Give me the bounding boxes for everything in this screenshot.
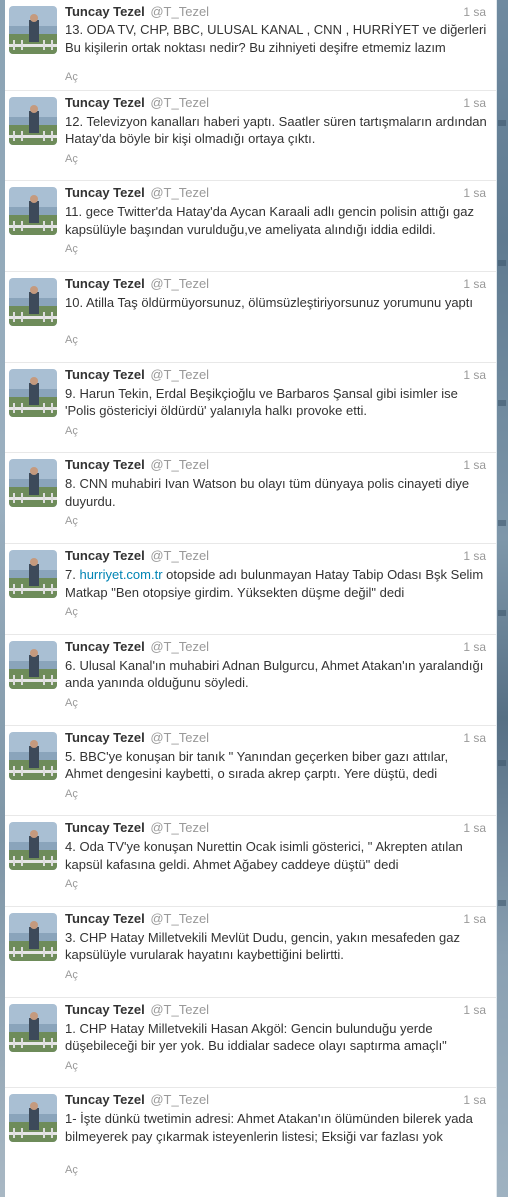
tweet-author-name[interactable]: Tuncay Tezel bbox=[65, 367, 145, 382]
tweet-item[interactable]: Tuncay Tezel @T_Tezel 1 sa 6. Ulusal Kana… bbox=[5, 634, 496, 726]
tweet-expand-link[interactable]: Aç bbox=[65, 878, 78, 890]
tweet-text: 8. CNN muhabiri Ivan Watson bu olayı tüm… bbox=[65, 476, 470, 510]
tweet-author-name[interactable]: Tuncay Tezel bbox=[65, 1092, 145, 1107]
tweet-text: 1- İşte dünkü twetimin adresi: Ahmet Ata… bbox=[65, 1111, 473, 1144]
tweet-link[interactable]: hurriyet.com.tr bbox=[79, 567, 162, 582]
page-background-right bbox=[496, 0, 508, 1197]
tweet-item[interactable]: Tuncay Tezel @T_Tezel 1 sa 12. Televizyon… bbox=[5, 90, 496, 182]
tweet-timestamp[interactable]: 1 sa bbox=[463, 185, 486, 201]
tweet-text: 1. CHP Hatay Milletvekili Hasan Akgöl: G… bbox=[65, 1020, 447, 1054]
tweet-author-name[interactable]: Tuncay Tezel bbox=[65, 820, 145, 835]
tweet-text: 3. CHP Hatay Milletvekili Mevlüt Dudu, g… bbox=[65, 929, 461, 963]
tweet-timestamp[interactable]: 1 sa bbox=[463, 548, 486, 564]
tweet-screen-name[interactable]: @T_Tezel bbox=[150, 911, 209, 926]
avatar[interactable] bbox=[9, 1094, 57, 1143]
tweet-item[interactable]: Tuncay Tezel @T_Tezel 1 sa 3. CHP Hatay M… bbox=[5, 906, 496, 998]
tweet-timestamp[interactable]: 1 sa bbox=[463, 1092, 486, 1108]
tweet-item[interactable]: Tuncay Tezel @T_Tezel 1 sa 13. ODA TV, CH… bbox=[5, 0, 496, 91]
tweet-item[interactable]: Tuncay Tezel @T_Tezel 1 sa 11. gece Twitt… bbox=[5, 181, 496, 273]
tweet-expand-link[interactable]: Aç bbox=[65, 425, 78, 437]
tweet-author-name[interactable]: Tuncay Tezel bbox=[65, 1002, 145, 1017]
avatar[interactable] bbox=[9, 368, 57, 417]
avatar[interactable] bbox=[9, 278, 57, 327]
tweet-timestamp[interactable]: 1 sa bbox=[463, 95, 486, 111]
tweet-timestamp[interactable]: 1 sa bbox=[463, 4, 486, 20]
tweet-author-name[interactable]: Tuncay Tezel bbox=[65, 457, 145, 472]
tweet-expand-link[interactable]: Aç bbox=[65, 153, 78, 165]
tweet-screen-name[interactable]: @T_Tezel bbox=[150, 367, 209, 382]
tweet-screen-name[interactable]: @T_Tezel bbox=[150, 4, 209, 19]
tweet-text: 13. ODA TV, CHP, BBC, ULUSAL KANAL , CNN… bbox=[65, 22, 487, 55]
tweet-text: 7. hurriyet.com.tr otopside adı bulunmay… bbox=[65, 566, 488, 601]
tweet-expand-link[interactable]: Aç bbox=[65, 606, 78, 618]
avatar[interactable] bbox=[9, 912, 57, 961]
tweet-expand-link[interactable]: Aç bbox=[65, 969, 78, 981]
tweet-item[interactable]: Tuncay Tezel @T_Tezel 1 sa 8. CNN muhabir… bbox=[5, 453, 496, 545]
avatar[interactable] bbox=[9, 6, 57, 54]
tweet-expand-link[interactable]: Aç bbox=[65, 334, 78, 346]
avatar[interactable] bbox=[9, 731, 57, 780]
tweet-screen-name[interactable]: @T_Tezel bbox=[150, 1092, 209, 1107]
tweet-screen-name[interactable]: @T_Tezel bbox=[150, 276, 209, 291]
avatar[interactable] bbox=[9, 187, 57, 236]
tweet-author-name[interactable]: Tuncay Tezel bbox=[65, 95, 145, 110]
tweet-screen-name[interactable]: @T_Tezel bbox=[150, 639, 209, 654]
tweet-item[interactable]: Tuncay Tezel @T_Tezel 1 sa 9. Harun Tekin… bbox=[5, 362, 496, 454]
tweet-expand-link[interactable]: Aç bbox=[65, 1164, 78, 1176]
tweet-text-prefix: 7. bbox=[65, 567, 80, 583]
tweet-item[interactable]: Tuncay Tezel @T_Tezel 1 sa 1. CHP Hatay M… bbox=[5, 997, 496, 1089]
avatar[interactable] bbox=[9, 550, 57, 599]
tweet-expand-link[interactable]: Aç bbox=[65, 697, 78, 709]
tweet-text: 12. Televizyon kanalları haberi yaptı. S… bbox=[65, 113, 487, 147]
tweet-timestamp[interactable]: 1 sa bbox=[463, 730, 486, 746]
tweet-author-name[interactable]: Tuncay Tezel bbox=[65, 276, 145, 291]
tweet-timestamp[interactable]: 1 sa bbox=[463, 639, 486, 655]
tweet-timestamp[interactable]: 1 sa bbox=[463, 457, 486, 473]
tweet-text: 5. BBC'ye konuşan bir tanık " Yanından g… bbox=[65, 748, 449, 782]
tweet-text: 4. Oda TV'ye konuşan Nurettin Ocak isiml… bbox=[65, 839, 463, 872]
tweet-screen-name[interactable]: @T_Tezel bbox=[150, 820, 209, 835]
tweet-expand-link[interactable]: Aç bbox=[65, 1060, 78, 1072]
tweet-expand-link[interactable]: Aç bbox=[65, 788, 78, 800]
tweet-timestamp[interactable]: 1 sa bbox=[463, 820, 486, 836]
tweet-timeline: Tuncay Tezel @T_Tezel 1 sa 13. ODA TV, CH… bbox=[5, 0, 497, 1197]
tweet-item[interactable]: Tuncay Tezel @T_Tezel 1 sa 1- İşte dünkü … bbox=[5, 1088, 496, 1179]
tweet-screen-name[interactable]: @T_Tezel bbox=[150, 548, 209, 563]
tweet-screen-name[interactable]: @T_Tezel bbox=[150, 457, 209, 472]
tweet-author-name[interactable]: Tuncay Tezel bbox=[65, 639, 145, 654]
tweet-timestamp[interactable]: 1 sa bbox=[463, 367, 486, 383]
avatar[interactable] bbox=[9, 640, 57, 689]
tweet-expand-link[interactable]: Aç bbox=[65, 243, 78, 255]
tweet-author-name[interactable]: Tuncay Tezel bbox=[65, 730, 145, 745]
tweet-text: 6. Ulusal Kanal'ın muhabiri Adnan Bulgur… bbox=[65, 657, 484, 691]
avatar[interactable] bbox=[9, 96, 57, 145]
tweet-screen-name[interactable]: @T_Tezel bbox=[150, 1002, 209, 1017]
tweet-item[interactable]: Tuncay Tezel @T_Tezel 1 sa 7. hurriyet.co… bbox=[5, 544, 496, 635]
avatar[interactable] bbox=[9, 822, 57, 871]
tweet-author-name[interactable]: Tuncay Tezel bbox=[65, 185, 145, 200]
tweet-timestamp[interactable]: 1 sa bbox=[463, 276, 486, 292]
tweet-author-name[interactable]: Tuncay Tezel bbox=[65, 911, 145, 926]
avatar[interactable] bbox=[9, 459, 57, 508]
tweet-text: 11. gece Twitter'da Hatay'da Aycan Karaa… bbox=[65, 204, 474, 237]
tweet-text: 9. Harun Tekin, Erdal Beşikçioğlu ve Bar… bbox=[65, 385, 458, 419]
tweet-expand-link[interactable]: Aç bbox=[65, 71, 78, 83]
tweet-timestamp[interactable]: 1 sa bbox=[463, 1002, 486, 1018]
tweet-item[interactable]: Tuncay Tezel @T_Tezel 1 sa 4. Oda TV'ye k… bbox=[5, 816, 496, 907]
tweet-screen-name[interactable]: @T_Tezel bbox=[150, 95, 209, 110]
tweet-item[interactable]: Tuncay Tezel @T_Tezel 1 sa 5. BBC'ye konu… bbox=[5, 725, 496, 817]
tweet-author-name[interactable]: Tuncay Tezel bbox=[65, 4, 145, 19]
tweet-screen-name[interactable]: @T_Tezel bbox=[150, 730, 209, 745]
tweet-item[interactable]: Tuncay Tezel @T_Tezel 1 sa 10. Atilla Taş… bbox=[5, 272, 496, 363]
avatar[interactable] bbox=[9, 1003, 57, 1052]
tweet-author-name[interactable]: Tuncay Tezel bbox=[65, 548, 145, 563]
tweet-text: 10. Atilla Taş öldürmüyorsunuz, ölümsüzl… bbox=[65, 295, 474, 311]
tweet-expand-link[interactable]: Aç bbox=[65, 515, 78, 527]
tweet-timestamp[interactable]: 1 sa bbox=[463, 911, 486, 927]
tweet-screen-name[interactable]: @T_Tezel bbox=[150, 185, 209, 200]
